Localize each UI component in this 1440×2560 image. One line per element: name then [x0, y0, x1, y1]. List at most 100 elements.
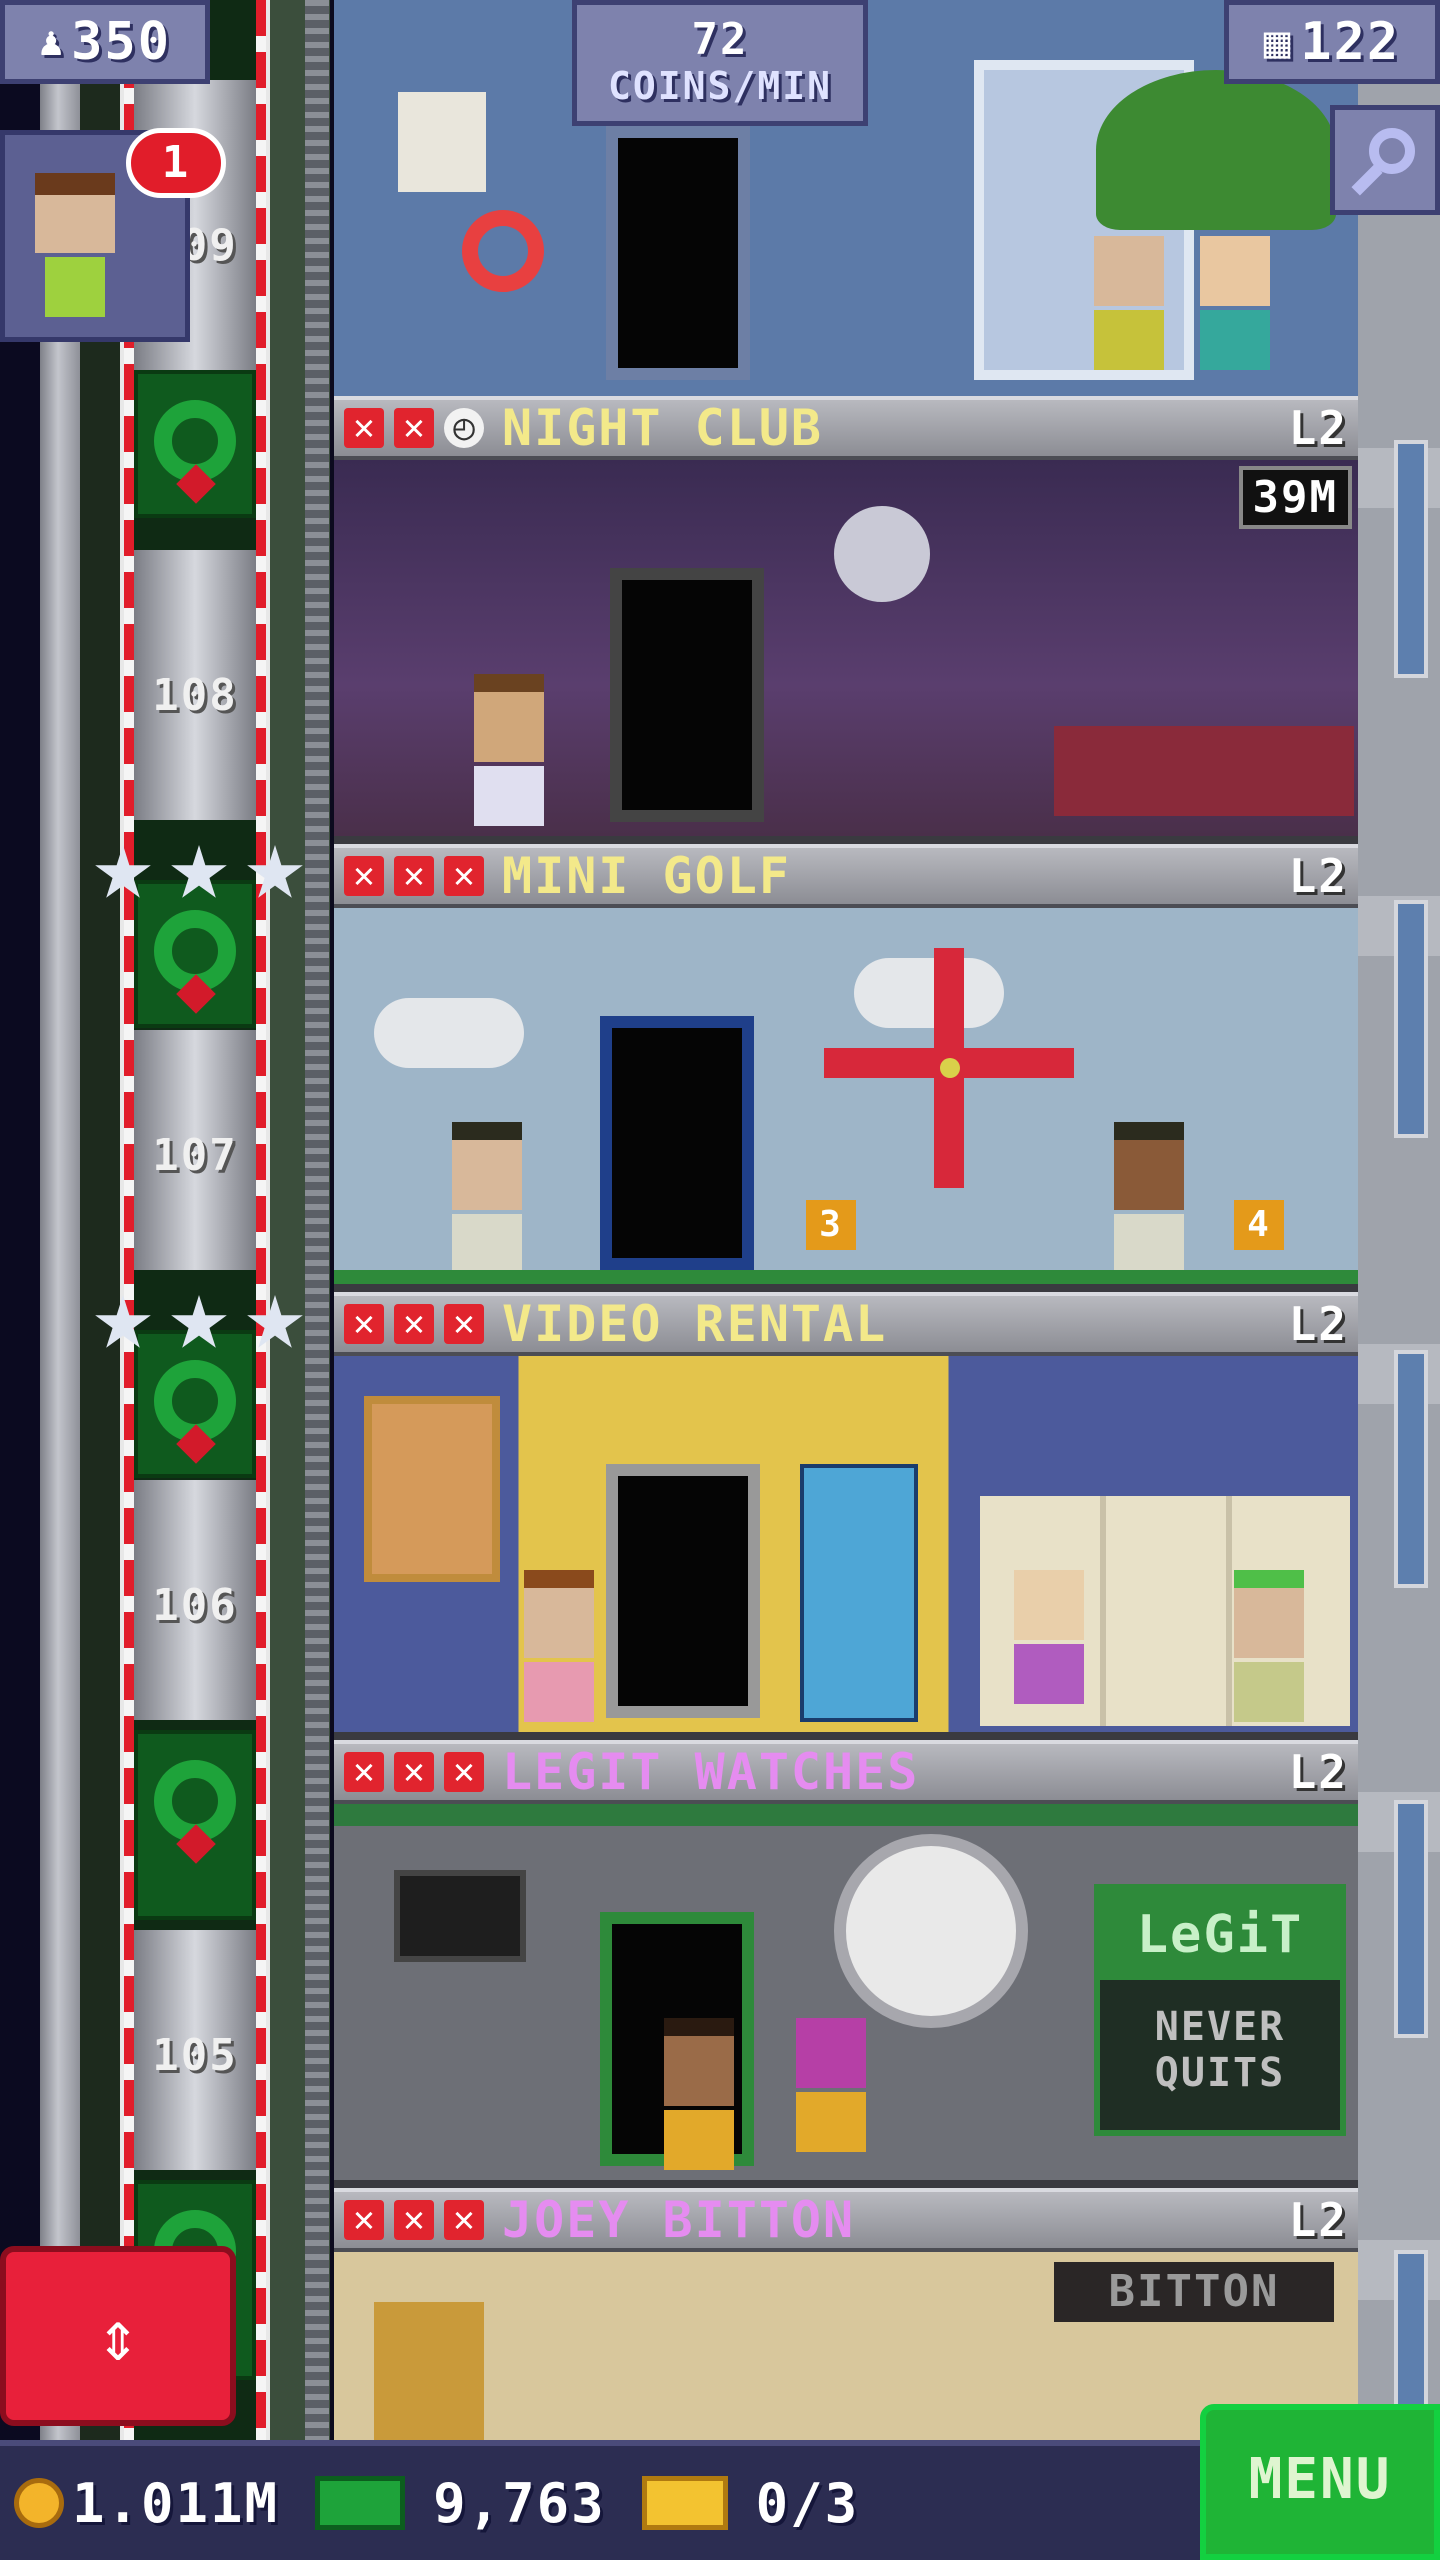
room-door: [606, 1464, 760, 1718]
lounge-sofa: [1054, 726, 1354, 816]
floor-counter[interactable]: ▦ 122: [1224, 0, 1440, 84]
room-name: JOEY BITTON: [502, 2191, 856, 2249]
bux-display[interactable]: 9,763: [315, 2472, 606, 2535]
floors-icon: ▦: [1263, 16, 1293, 68]
room-interior: 3 4: [334, 908, 1358, 1292]
room-joey-bitton[interactable]: ✕ ✕ ✕ JOEY BITTON L2 BITTON: [334, 2188, 1358, 2440]
ticket-icon: [641, 2476, 728, 2530]
cloud: [854, 958, 1004, 1028]
wreath-icon: [134, 1730, 256, 1920]
room-level: L2: [1288, 401, 1348, 455]
ladder: [305, 0, 329, 2440]
vip-x-icon: ✕: [344, 1304, 384, 1344]
population-icon: ♟: [38, 19, 66, 65]
golf-hole-sign: 3: [806, 1200, 856, 1250]
notification-badge: 1: [126, 128, 226, 198]
star-icon: [171, 845, 227, 898]
room-name: VIDEO RENTAL: [502, 1295, 888, 1353]
elevator-floor-108[interactable]: 108: [134, 550, 256, 820]
star-icon: [247, 1295, 303, 1348]
vip-x-icon: ✕: [344, 1752, 384, 1792]
wall-poster: [374, 2302, 484, 2440]
room-interior: LeGiT NEVER QUITS: [334, 1804, 1358, 2188]
room-header[interactable]: ✕ ✕ ✕ VIDEO RENTAL L2: [334, 1292, 1358, 1356]
wreath-icon: [134, 370, 256, 518]
menu-button[interactable]: MENU: [1200, 2404, 1440, 2560]
clock-icon: [834, 1834, 1028, 2028]
tickets-display[interactable]: 0/3: [641, 2472, 860, 2535]
room-level: L2: [1288, 1297, 1348, 1351]
notice-paper: [398, 92, 486, 192]
elevator-floor-105[interactable]: 105: [134, 1930, 256, 2170]
putting-green: [334, 1270, 1358, 1284]
vip-x-icon: ✕: [444, 2200, 484, 2240]
store-sign: BITTON: [1054, 2262, 1334, 2322]
room-header[interactable]: ✕ ✕ ◴ NIGHT CLUB L2: [334, 396, 1358, 460]
candy-cane-stripe-left: [124, 0, 134, 2440]
room-level: L2: [1288, 849, 1348, 903]
room-header[interactable]: ✕ ✕ ✕ MINI GOLF L2: [334, 844, 1358, 908]
vip-x-icon: ✕: [344, 856, 384, 896]
wall-window: [1394, 1350, 1428, 1588]
star-icon: [247, 845, 303, 898]
sky-strip: [0, 0, 40, 2440]
movie-poster: [364, 1396, 500, 1582]
elevator-floor-106[interactable]: 106: [134, 1480, 256, 1720]
population-counter[interactable]: ♟ 350: [0, 0, 210, 84]
star-icon: [171, 1295, 227, 1348]
coins-display[interactable]: 1.011M: [0, 2472, 279, 2535]
star-rating: [94, 1295, 304, 1355]
candy-cane-stripe-right: [256, 0, 266, 2440]
room-door: [600, 1016, 754, 1270]
room-header[interactable]: ✕ ✕ ✕ LEGIT WATCHES L2: [334, 1740, 1358, 1804]
vip-x-icon: ✕: [344, 408, 384, 448]
star-icon: [95, 845, 151, 898]
vip-x-icon: ✕: [394, 408, 434, 448]
star-rating: [94, 845, 304, 905]
green-trim: [334, 1804, 1358, 1826]
elevator-arrows-icon: ⇕: [96, 2295, 140, 2377]
wall-tv: [394, 1870, 526, 1962]
room-level: L2: [1288, 1745, 1348, 1799]
room-video-rental[interactable]: ✕ ✕ ✕ VIDEO RENTAL L2: [334, 1292, 1358, 1740]
vip-x-icon: ✕: [444, 1304, 484, 1344]
vip-x-icon: ✕: [394, 856, 434, 896]
coins-per-minute[interactable]: 72 COINS/MIN: [572, 0, 868, 126]
room-name: MINI GOLF: [502, 847, 791, 905]
vip-x-icon: ✕: [394, 1752, 434, 1792]
room-legit-watches[interactable]: ✕ ✕ ✕ LEGIT WATCHES L2 LeGiT NEVER QUITS: [334, 1740, 1358, 2188]
coin-icon: [14, 2478, 64, 2528]
room-door: [606, 126, 750, 380]
shaft-edge: [80, 0, 120, 2440]
arcade-cabinet: [800, 1464, 918, 1722]
bux-icon: [315, 2476, 406, 2530]
room-name: NIGHT CLUB: [502, 399, 824, 457]
legit-sign: LeGiT NEVER QUITS: [1094, 1884, 1346, 2136]
building-wall: [1358, 0, 1440, 2440]
golf-hole-sign: 4: [1234, 1200, 1284, 1250]
vip-x-icon: ✕: [444, 856, 484, 896]
room-door: [610, 568, 764, 822]
vip-x-icon: ✕: [444, 1752, 484, 1792]
vip-x-icon: ✕: [394, 1304, 434, 1344]
room-header[interactable]: ✕ ✕ ✕ JOEY BITTON L2: [334, 2188, 1358, 2252]
room-interior: 39M: [334, 460, 1358, 844]
room-interior: [334, 1356, 1358, 1740]
elevator-button[interactable]: ⇕: [0, 2246, 236, 2426]
elevator-floor-107[interactable]: 107: [134, 1030, 256, 1270]
vip-x-icon: ✕: [394, 2200, 434, 2240]
life-ring-icon: [462, 210, 544, 292]
building-rail: [40, 0, 80, 2440]
room-mini-golf[interactable]: ✕ ✕ ✕ MINI GOLF L2 3 4: [334, 844, 1358, 1292]
room-night-club[interactable]: ✕ ✕ ◴ NIGHT CLUB L2 39M: [334, 396, 1358, 844]
wall-window: [1394, 1800, 1428, 2038]
windmill-hub: [940, 1058, 960, 1078]
disco-ball: [834, 506, 930, 602]
room-name: LEGIT WATCHES: [502, 1743, 920, 1801]
wall-window: [1394, 900, 1428, 1138]
magnify-button[interactable]: [1330, 105, 1440, 215]
vip-x-icon: ✕: [344, 2200, 384, 2240]
restock-timer: 39M: [1238, 466, 1352, 529]
cloud: [374, 998, 524, 1068]
room-level: L2: [1288, 2193, 1348, 2247]
